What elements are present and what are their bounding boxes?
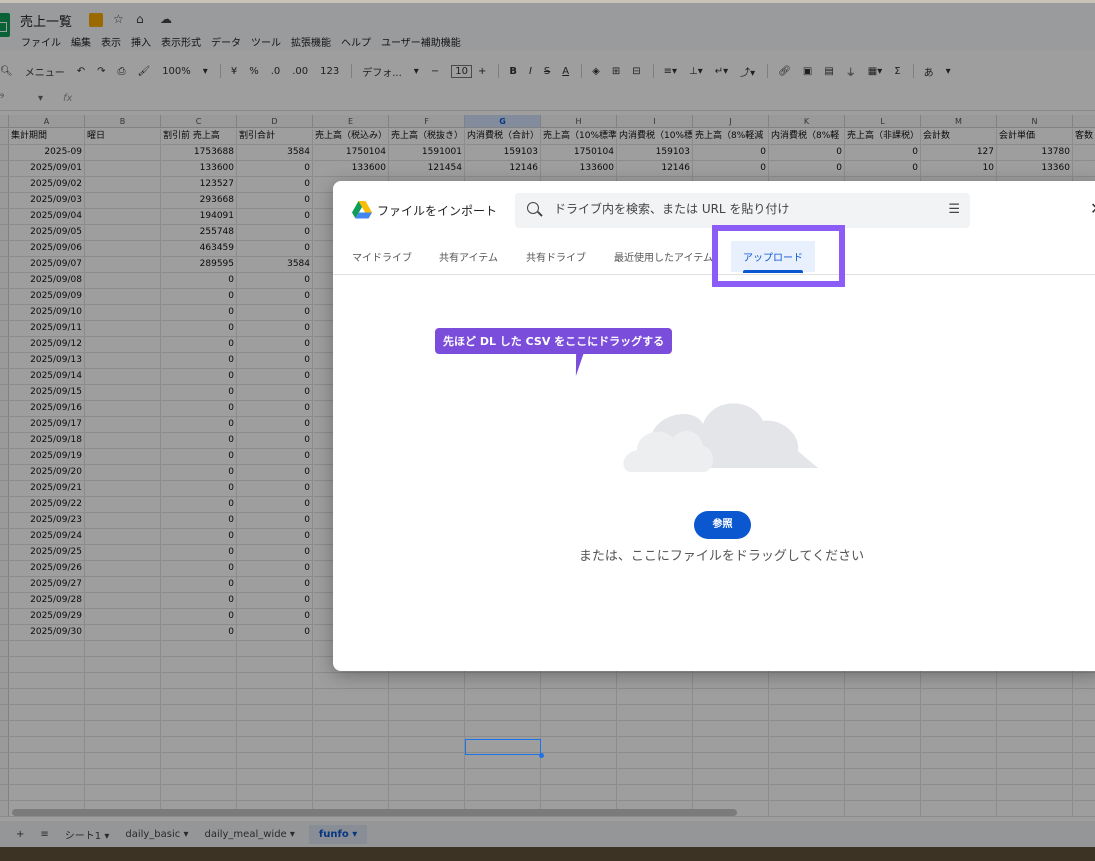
drive-search-box[interactable]: ☰ [515, 193, 970, 228]
search-options-icon[interactable]: ☰ [948, 202, 960, 217]
tab-recent[interactable]: 最近使用したアイテム [614, 249, 718, 264]
search-icon[interactable] [527, 202, 539, 214]
tab-my-drive[interactable]: マイドライブ [352, 249, 412, 264]
browse-button[interactable]: 参照 [694, 511, 751, 539]
import-file-dialog: ファイルをインポート ☰ ✕ マイドライブ 共有アイテム 共有ドライブ 最近使用… [333, 181, 1095, 671]
tab-shared-with-me[interactable]: 共有アイテム [439, 249, 498, 264]
callout-pointer [571, 352, 585, 376]
highlight-frame [712, 225, 845, 287]
cloud-illustration-icon [623, 403, 818, 472]
spreadsheet-window: 売上一覧 ☆ ⌂ ☁ ファイル 編集 表示 挿入 表示形式 データ ツール 拡張機能 ヘルプ ユー… [0, 0, 1095, 847]
selected-cell[interactable] [465, 739, 544, 758]
tab-shared-drives[interactable]: 共有ドライブ [526, 249, 586, 264]
dialog-title: ファイルをインポート [377, 204, 498, 218]
google-drive-icon [352, 201, 372, 219]
drop-zone-text: または、ここにファイルをドラッグしてください [578, 549, 865, 564]
instruction-callout: 先ほど DL した CSV をここにドラッグする [435, 328, 673, 354]
close-icon[interactable]: ✕ [1090, 199, 1095, 218]
drive-search-input[interactable] [554, 202, 934, 216]
